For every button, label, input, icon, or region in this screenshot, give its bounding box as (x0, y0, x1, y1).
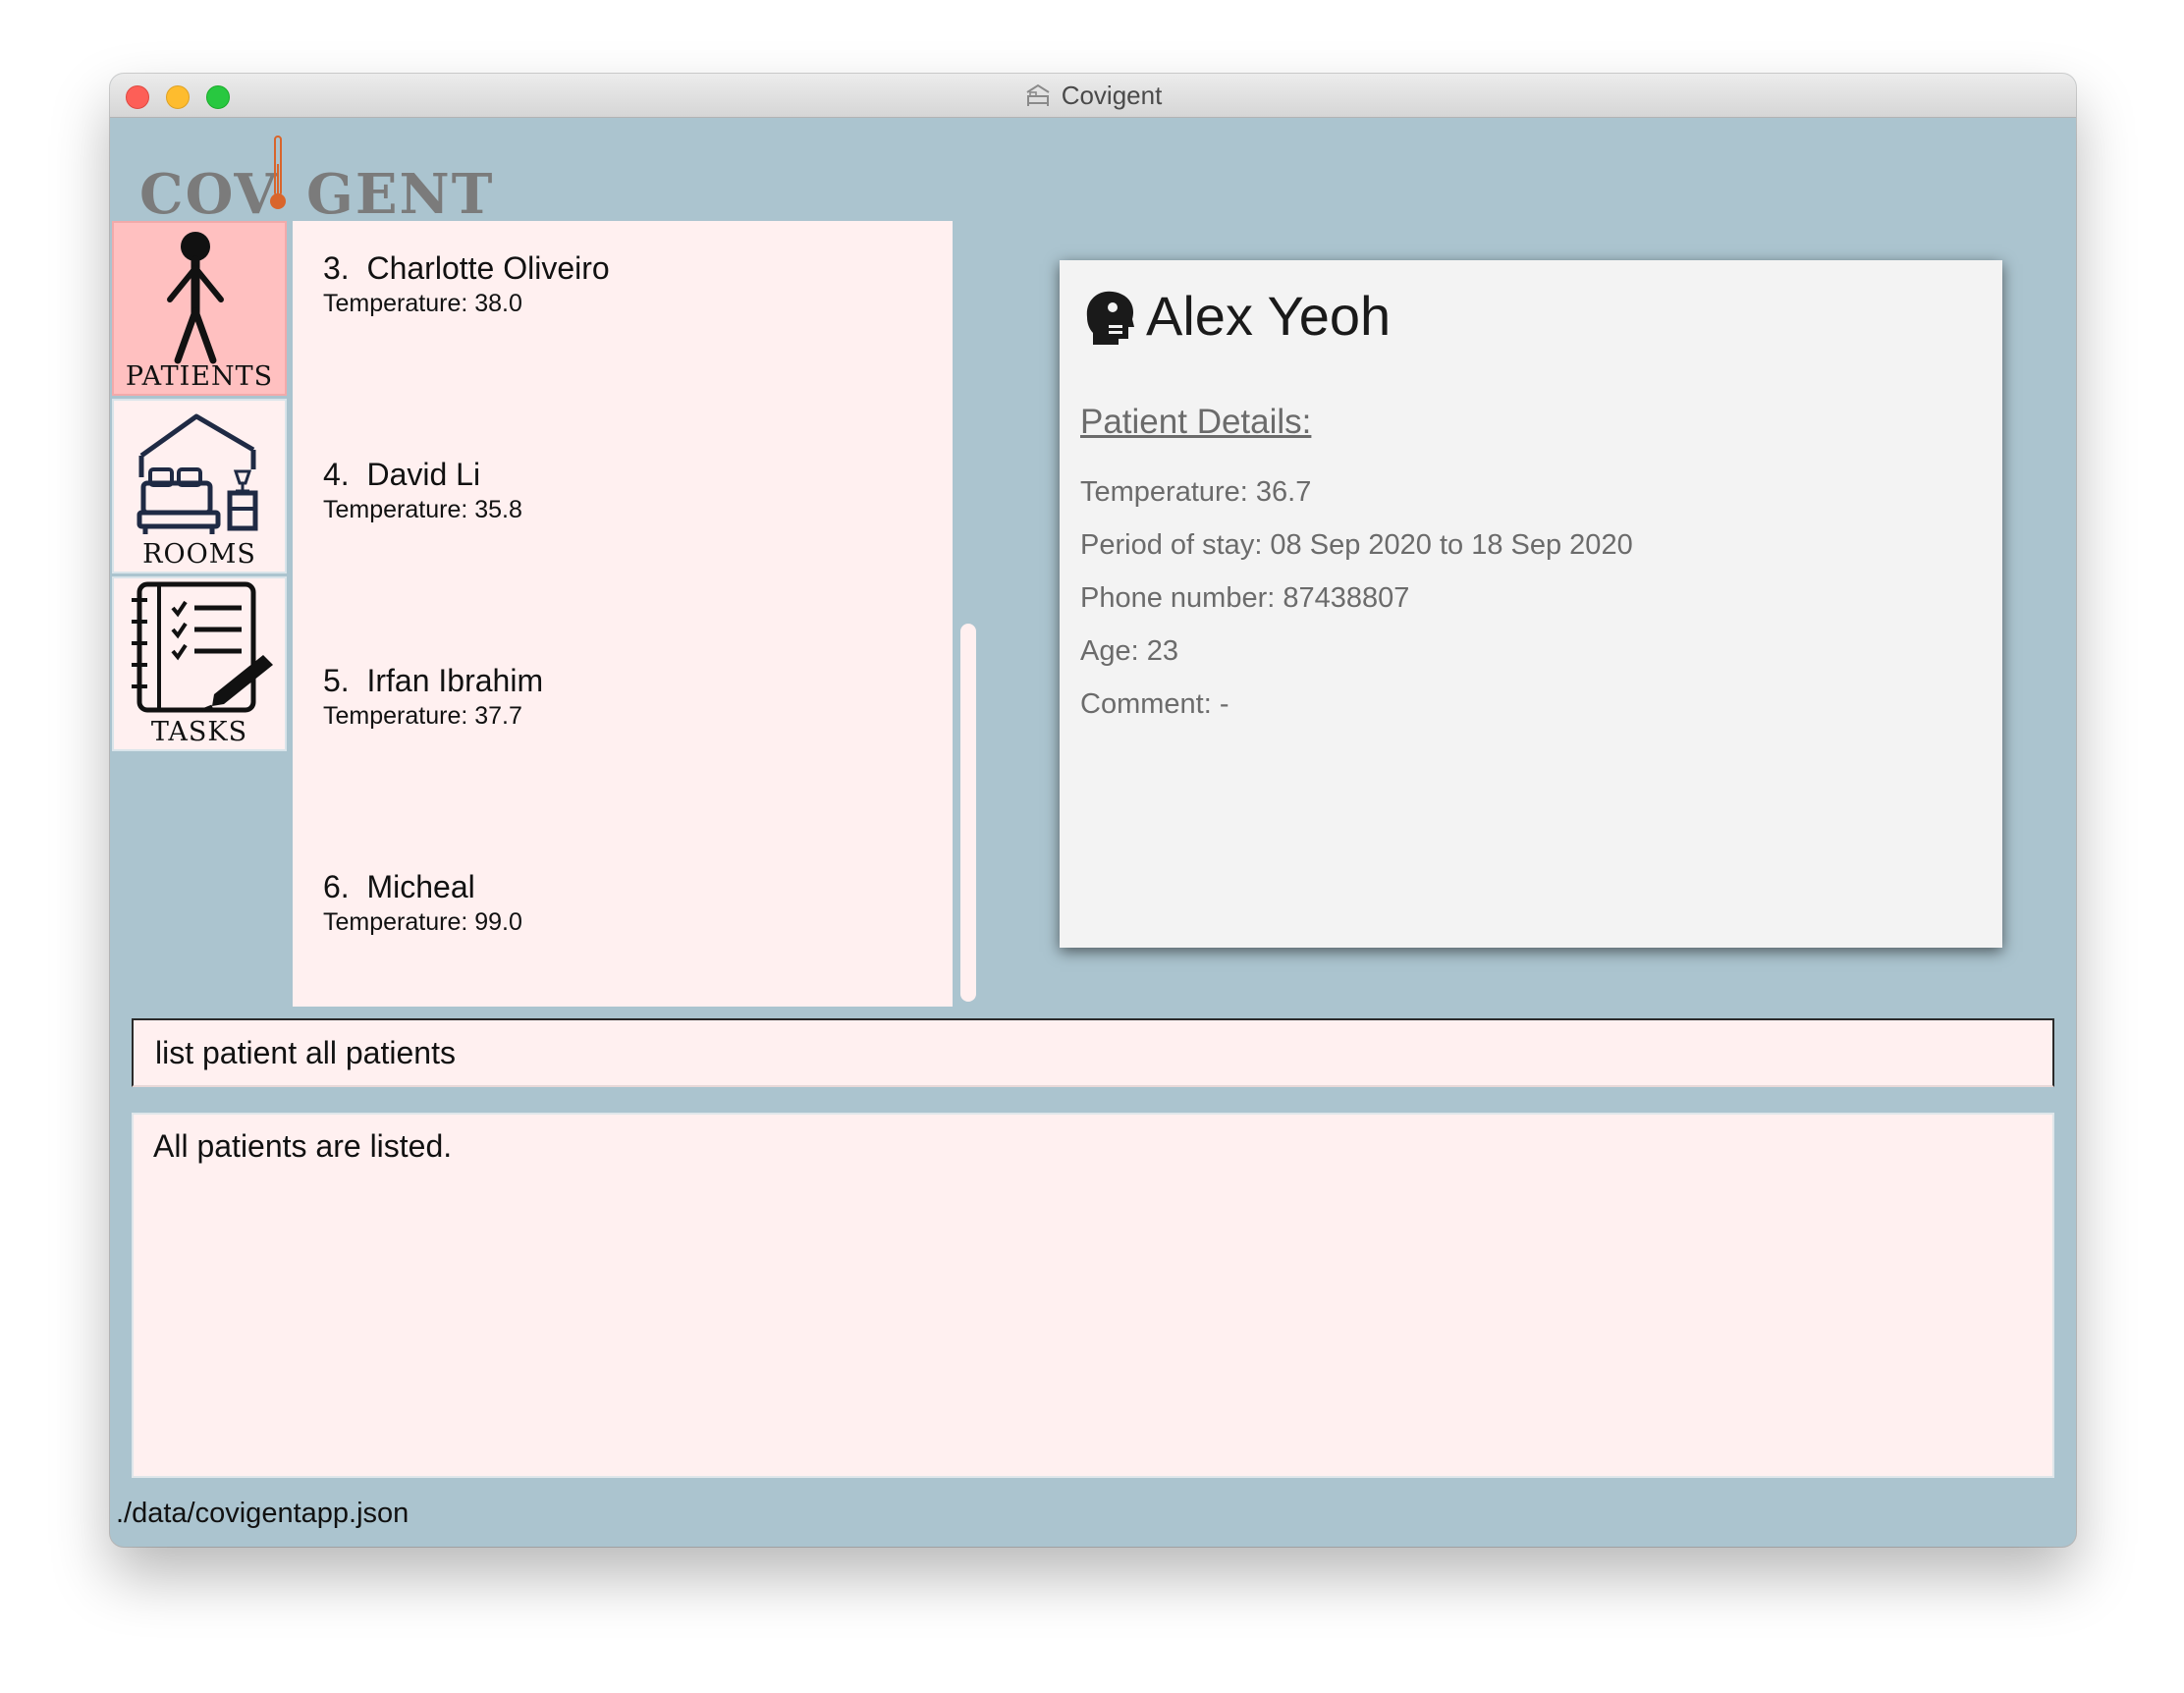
patient-card[interactable]: 3. Charlotte Oliveiro Temperature: 38.0 (293, 221, 953, 427)
detail-period-of-stay: Period of stay: 08 Sep 2020 to 18 Sep 20… (1080, 529, 1633, 561)
nav-rooms-button[interactable]: ROOMS (112, 399, 287, 573)
app-window: Covigent COVIGENT PATIENTS (110, 74, 2076, 1547)
thermometer-icon (270, 136, 286, 209)
window-title-group: Covigent (110, 74, 2076, 117)
nav-patients-label: PATIENTS (125, 361, 274, 392)
logo-text: COVIGENT (139, 162, 495, 227)
patient-name: 3. Charlotte Oliveiro (323, 250, 610, 286)
hotel-bed-icon (1026, 83, 1050, 106)
patient-details-heading: Patient Details: (1080, 403, 1312, 441)
nav-tasks-label: TASKS (150, 717, 248, 747)
bedroom-icon (136, 413, 258, 534)
patient-detail-name: Alex Yeoh (1146, 285, 1392, 347)
patient-head-icon (1086, 291, 1134, 345)
detail-comment: Comment: - (1080, 688, 1229, 720)
patient-card[interactable]: 5. Irfan Ibrahim Temperature: 37.7 (293, 633, 953, 840)
nav-rooms-label: ROOMS (142, 539, 256, 570)
detail-temperature: Temperature: 36.7 (1080, 476, 1312, 508)
person-icon (167, 232, 224, 364)
checklist-icon (132, 581, 273, 713)
detail-age: Age: 23 (1080, 635, 1178, 667)
command-input[interactable] (132, 1018, 2054, 1087)
patient-temperature: Temperature: 99.0 (323, 908, 522, 936)
detail-phone-number: Phone number: 87438807 (1080, 582, 1410, 614)
patient-name: 5. Irfan Ibrahim (323, 663, 544, 698)
status-bar-file-path: ./data/covigentapp.json (116, 1498, 410, 1529)
patient-card[interactable]: 4. David Li Temperature: 35.8 (293, 427, 953, 633)
app-logo: COVIGENT (139, 135, 492, 227)
result-display[interactable]: All patients are listed. (132, 1113, 2054, 1478)
patient-detail-card: Alex Yeoh Patient Details: Temperature: … (1060, 260, 2002, 948)
window-title: Covigent (1061, 80, 1163, 110)
nav-tasks-button[interactable]: TASKS (112, 576, 287, 751)
result-message: All patients are listed. (153, 1128, 453, 1164)
nav-patients-button[interactable]: PATIENTS (112, 221, 287, 396)
patient-temperature: Temperature: 38.0 (323, 290, 522, 317)
patient-temperature: Temperature: 35.8 (323, 496, 522, 523)
patient-name: 6. Micheal (323, 869, 475, 904)
patient-list[interactable]: 3. Charlotte Oliveiro Temperature: 38.0 … (293, 221, 953, 1007)
title-bar: Covigent (110, 74, 2076, 118)
patient-temperature: Temperature: 37.7 (323, 702, 522, 730)
patient-card[interactable]: 6. Micheal Temperature: 99.0 (293, 840, 953, 1007)
patient-name: 4. David Li (323, 457, 481, 492)
patient-list-scroll-thumb[interactable] (960, 624, 976, 1002)
